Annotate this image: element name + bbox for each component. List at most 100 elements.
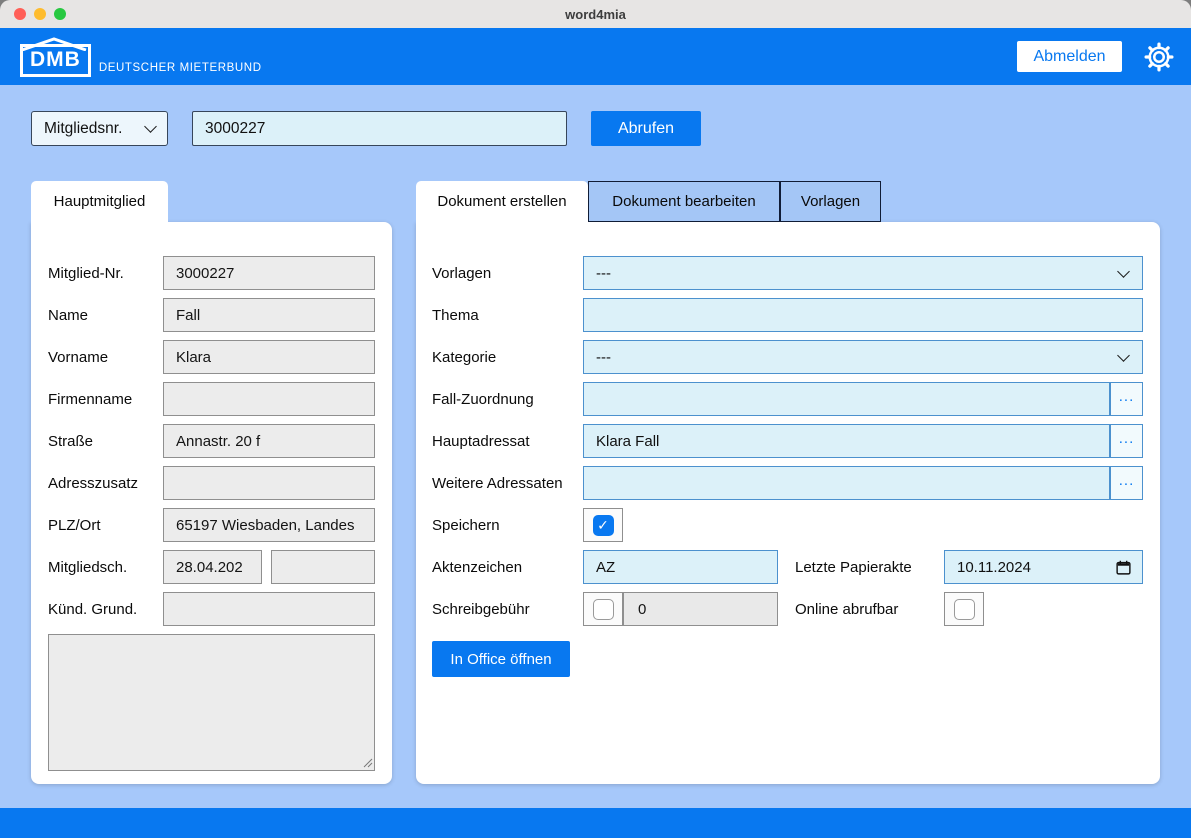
calendar-icon[interactable] [1115, 559, 1132, 576]
hauptadressat-browse-button[interactable]: ... [1110, 424, 1143, 458]
field-label: Vorlagen [432, 265, 583, 282]
firmenname-field[interactable] [163, 382, 375, 416]
letzte-papierakte-date-input[interactable]: 10.11.2024 [944, 550, 1143, 584]
close-window-button[interactable] [14, 8, 26, 20]
mitgliedschaft-bis-field[interactable] [271, 550, 375, 584]
online-abrufbar-label: Online abrufbar [795, 601, 944, 618]
aktenzeichen-input[interactable] [583, 550, 778, 584]
member-row-vorname: Vorname [48, 340, 392, 374]
row-speichern: Speichern ✓ [432, 508, 1143, 542]
tab-vorlagen[interactable]: Vorlagen [780, 181, 881, 222]
search-type-select[interactable]: Mitgliedsnr. [31, 111, 168, 146]
field-label: Speichern [432, 517, 583, 534]
hauptadressat-input[interactable] [583, 424, 1110, 458]
notes-wrap [48, 634, 375, 771]
fall-zuordnung-input[interactable] [583, 382, 1110, 416]
app-header: DMB DEUTSCHER MIETERBUND Abmelden [0, 28, 1191, 85]
member-tabs: Hauptmitglied [31, 181, 392, 222]
mitglied-nr-field[interactable] [163, 256, 375, 290]
member-row-adresszusatz: Adresszusatz [48, 466, 392, 500]
row-fall-zuordnung: Fall-Zuordnung ... [432, 382, 1143, 416]
tab-dokument-bearbeiten[interactable]: Dokument bearbeiten [588, 181, 780, 222]
member-row-strasse: Straße [48, 424, 392, 458]
kuend-grund-field[interactable] [163, 592, 375, 626]
row-weitere-adressaten: Weitere Adressaten ... [432, 466, 1143, 500]
row-kategorie: Kategorie --- [432, 340, 1143, 374]
logo-name: DEUTSCHER MIETERBUND [99, 62, 262, 77]
checkmark-icon: ✓ [597, 518, 609, 532]
main-area: Mitgliedsnr. Abrufen Hauptmitglied Mitgl… [0, 85, 1191, 808]
field-label: Weitere Adressaten [432, 475, 583, 492]
document-panel: Vorlagen --- Thema Kategorie --- [416, 222, 1160, 784]
field-label: Schreibgebühr [432, 601, 583, 618]
field-label: Mitglied-Nr. [48, 265, 163, 282]
notes-textarea[interactable] [48, 634, 375, 771]
field-label: Adresszusatz [48, 475, 163, 492]
window-title: word4mia [565, 7, 626, 22]
weitere-adressaten-browse-button[interactable]: ... [1110, 466, 1143, 500]
row-vorlagen: Vorlagen --- [432, 256, 1143, 290]
logo-roof-icon [20, 37, 88, 51]
minimize-window-button[interactable] [34, 8, 46, 20]
row-schreibgebuehr: Schreibgebühr ✓ Online abrufbar ✓ [432, 592, 1143, 626]
dmb-logo: DMB DEUTSCHER MIETERBUND [20, 36, 262, 77]
row-thema: Thema [432, 298, 1143, 332]
field-label: Thema [432, 307, 583, 324]
kategorie-select-value: --- [596, 349, 611, 366]
member-row-firmenname: Firmenname [48, 382, 392, 416]
row-aktenzeichen: Aktenzeichen Letzte Papierakte 10.11.202… [432, 550, 1143, 584]
logout-button[interactable]: Abmelden [1017, 41, 1122, 72]
letzte-papierakte-label: Letzte Papierakte [795, 559, 944, 576]
field-label: PLZ/Ort [48, 517, 163, 534]
zoom-window-button[interactable] [54, 8, 66, 20]
fall-zuordnung-browse-button[interactable]: ... [1110, 382, 1143, 416]
search-type-value: Mitgliedsnr. [44, 120, 122, 138]
adresszusatz-field[interactable] [163, 466, 375, 500]
mitgliedschaft-von-field[interactable] [163, 550, 262, 584]
window-controls [14, 8, 66, 20]
name-field[interactable] [163, 298, 375, 332]
titlebar: word4mia [0, 0, 1191, 28]
schreibgebuehr-amount-input[interactable] [623, 592, 778, 626]
chevron-down-icon [144, 120, 157, 133]
member-row-mitglied-nr: Mitglied-Nr. [48, 256, 392, 290]
member-row-name: Name [48, 298, 392, 332]
field-label: Kategorie [432, 349, 583, 366]
logo-acronym: DMB [30, 48, 81, 71]
tab-hauptmitglied[interactable]: Hauptmitglied [31, 181, 168, 222]
member-row-kuend-grund: Künd. Grund. [48, 592, 392, 626]
field-label: Aktenzeichen [432, 559, 583, 576]
open-in-office-button[interactable]: In Office öffnen [432, 641, 570, 677]
field-label: Fall-Zuordnung [432, 391, 583, 408]
vorlagen-select-value: --- [596, 265, 611, 282]
field-label: Firmenname [48, 391, 163, 408]
chevron-down-icon [1117, 265, 1130, 278]
tab-dokument-erstellen[interactable]: Dokument erstellen [416, 181, 588, 222]
gear-icon[interactable] [1144, 42, 1174, 72]
field-label: Mitgliedsch. [48, 559, 163, 576]
footer-bar [0, 808, 1191, 838]
app-window: word4mia DMB DEUTSCHER MIETERBUND Abmeld… [0, 0, 1191, 838]
thema-input[interactable] [583, 298, 1143, 332]
member-row-plz-ort: PLZ/Ort [48, 508, 392, 542]
search-input[interactable] [192, 111, 567, 146]
member-panel: Mitglied-Nr. Name Vorname Firmenname [31, 222, 392, 784]
logo-box: DMB [20, 44, 91, 77]
speichern-checkbox[interactable]: ✓ [583, 508, 623, 542]
field-label: Name [48, 307, 163, 324]
plz-ort-field[interactable] [163, 508, 375, 542]
row-hauptadressat: Hauptadressat ... [432, 424, 1143, 458]
search-row: Mitgliedsnr. Abrufen [31, 111, 1160, 146]
date-value: 10.11.2024 [957, 559, 1115, 576]
chevron-down-icon [1117, 349, 1130, 362]
vorname-field[interactable] [163, 340, 375, 374]
online-abrufbar-checkbox[interactable]: ✓ [944, 592, 984, 626]
vorlagen-select[interactable]: --- [583, 256, 1143, 290]
schreibgebuehr-checkbox[interactable]: ✓ [583, 592, 623, 626]
strasse-field[interactable] [163, 424, 375, 458]
kategorie-select[interactable]: --- [583, 340, 1143, 374]
fetch-button[interactable]: Abrufen [591, 111, 701, 146]
field-label: Vorname [48, 349, 163, 366]
weitere-adressaten-input[interactable] [583, 466, 1110, 500]
member-row-mitgliedschaft: Mitgliedsch. [48, 550, 392, 584]
